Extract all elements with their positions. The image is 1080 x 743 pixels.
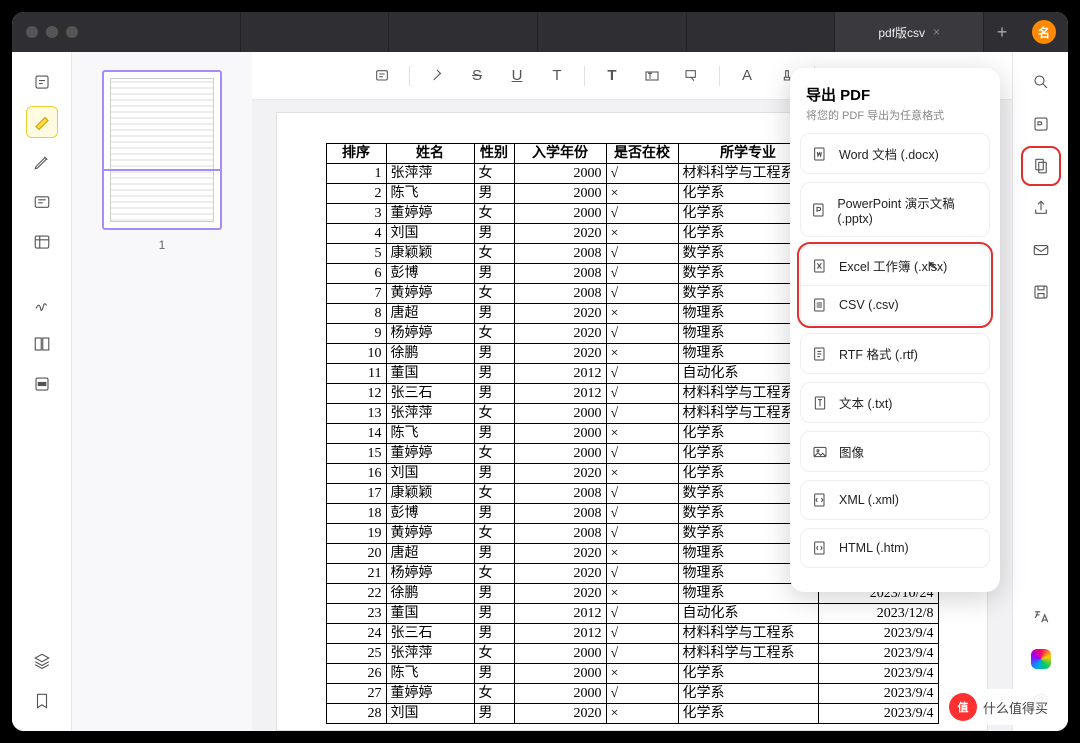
underline-icon[interactable]: U [502, 61, 532, 91]
compare-icon[interactable] [26, 328, 58, 360]
thumbnail-panel: 1 [72, 52, 252, 731]
left-sidebar [12, 52, 72, 731]
table-row: 25张萍萍女2000√材料科学与工程系2023/9/4 [326, 644, 938, 664]
max-dot[interactable] [66, 26, 78, 38]
avatar[interactable]: 名 [1032, 20, 1056, 44]
export-csv[interactable]: CSV (.csv) [801, 285, 989, 324]
form-icon[interactable] [26, 226, 58, 258]
pen-icon[interactable] [26, 146, 58, 178]
export-rtf[interactable]: RTF 格式 (.rtf) [801, 334, 989, 373]
tab-strip: pdf版csv × + [92, 12, 1020, 52]
watermark-badge: 值 [949, 693, 977, 721]
word-icon [811, 145, 829, 163]
text-box-icon[interactable] [26, 186, 58, 218]
tab-add[interactable]: + [984, 12, 1020, 52]
tab-3[interactable] [389, 12, 538, 52]
save-icon[interactable] [1025, 276, 1057, 308]
export-image[interactable]: 图像 [801, 432, 989, 471]
close-dot[interactable] [26, 26, 38, 38]
table-row: 27董婷婷女2000√化学系2023/9/4 [326, 684, 938, 704]
callout-icon[interactable] [677, 61, 707, 91]
textbox-tool-icon[interactable] [637, 61, 667, 91]
text-tool-icon[interactable]: T [597, 61, 627, 91]
cursor-icon: ↖ [928, 258, 939, 274]
font-color-icon[interactable]: A [732, 61, 762, 91]
strike-icon[interactable]: S [462, 61, 492, 91]
layers-icon[interactable] [26, 645, 58, 677]
window-controls [12, 26, 92, 38]
watermark: 值 什么值得买 [939, 689, 1058, 725]
tab-5[interactable] [687, 12, 836, 52]
signature-icon[interactable] [26, 288, 58, 320]
ocr-icon[interactable] [1025, 108, 1057, 140]
export-icon[interactable] [1025, 150, 1057, 182]
html-icon [811, 539, 829, 557]
export-title: 导出 PDF [806, 84, 984, 105]
table-row: 28刘国男2020×化学系2023/9/4 [326, 704, 938, 724]
export-xlsx[interactable]: Excel 工作簿 (.xlsx) ↖ [801, 246, 989, 285]
redact-icon[interactable] [26, 368, 58, 400]
txt-icon [811, 394, 829, 412]
image-icon [811, 443, 829, 461]
col-header: 姓名 [386, 144, 474, 164]
export-word[interactable]: Word 文档 (.docx) [801, 134, 989, 173]
table-row: 23董国男2012√自动化系2023/12/8 [326, 604, 938, 624]
ai-color-icon[interactable] [1025, 643, 1057, 675]
note-icon[interactable] [367, 61, 397, 91]
tab-1[interactable] [92, 12, 241, 52]
export-txt[interactable]: 文本 (.txt) [801, 383, 989, 422]
export-xml[interactable]: XML (.xml) [801, 481, 989, 519]
page-thumbnail[interactable] [102, 70, 222, 230]
export-subtitle: 将您的 PDF 导出为任意格式 [806, 107, 984, 123]
tab-active-label: pdf版csv [878, 24, 925, 41]
bookmark-icon[interactable] [26, 685, 58, 717]
annotate-icon[interactable] [26, 66, 58, 98]
table-row: 26陈飞男2000×化学系2023/9/4 [326, 664, 938, 684]
translate-icon[interactable] [1025, 601, 1057, 633]
ppt-icon [811, 201, 827, 219]
col-header: 性别 [474, 144, 514, 164]
col-header: 排序 [326, 144, 386, 164]
squiggle-icon[interactable]: T [542, 61, 572, 91]
col-header: 是否在校 [606, 144, 678, 164]
highlighter-icon[interactable] [26, 106, 58, 138]
right-sidebar [1012, 52, 1068, 731]
tab-4[interactable] [538, 12, 687, 52]
rtf-icon [811, 345, 829, 363]
export-ppt[interactable]: PowerPoint 演示文稿 (.pptx) [801, 183, 989, 236]
titlebar: pdf版csv × + 名 [12, 12, 1068, 52]
share-icon[interactable] [1025, 192, 1057, 224]
close-icon[interactable]: × [933, 25, 940, 39]
col-header: 入学年份 [514, 144, 606, 164]
export-panel: 导出 PDF 将您的 PDF 导出为任意格式 Word 文档 (.docx) P… [790, 68, 1000, 592]
export-html[interactable]: HTML (.htm) [801, 529, 989, 567]
tab-active[interactable]: pdf版csv × [835, 12, 984, 52]
table-row: 24张三石男2012√材料科学与工程系2023/9/4 [326, 624, 938, 644]
marker-icon[interactable] [422, 61, 452, 91]
tab-2[interactable] [241, 12, 390, 52]
csv-icon [811, 296, 829, 314]
xml-icon [811, 491, 829, 509]
min-dot[interactable] [46, 26, 58, 38]
excel-icon [811, 257, 829, 275]
thumbnail-page-number: 1 [159, 238, 166, 252]
search-icon[interactable] [1025, 66, 1057, 98]
mail-icon[interactable] [1025, 234, 1057, 266]
